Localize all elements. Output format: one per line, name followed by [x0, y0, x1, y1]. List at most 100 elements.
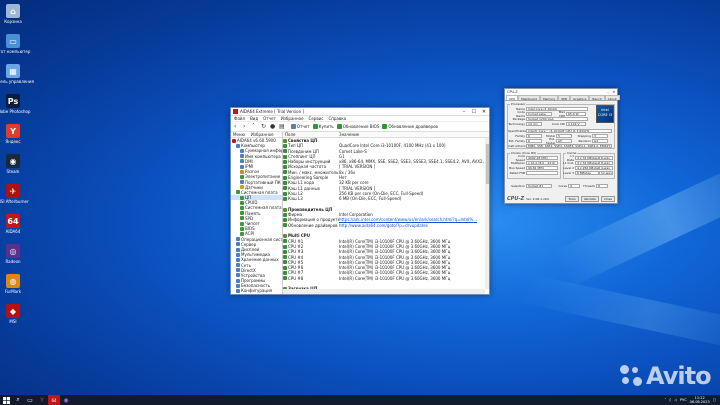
- minimize-icon[interactable]: –: [459, 108, 469, 116]
- menu-item[interactable]: Файл: [234, 116, 245, 121]
- cpuz-tab[interactable]: SPD: [558, 95, 571, 101]
- desktop-shortcut[interactable]: ◎ Radeon: [2, 244, 24, 270]
- busspeed-label: Bus Speed: [509, 166, 525, 170]
- volume-icon[interactable]: ◁: [674, 398, 677, 402]
- cpuz-tab[interactable]: Bench: [589, 95, 605, 101]
- cpuz-tab[interactable]: Memory: [539, 95, 559, 101]
- tree-node-icon: [236, 257, 240, 262]
- start-button[interactable]: [0, 395, 12, 405]
- revision-label: Revision: [578, 139, 591, 143]
- tree-item[interactable]: Конфигурация: [231, 288, 282, 293]
- network-icon[interactable]: ▯: [669, 398, 671, 402]
- stepping-label: Stepping: [577, 134, 591, 138]
- desktop-shortcut[interactable]: ◆ MSI: [2, 304, 24, 330]
- tree-node-icon: [236, 283, 240, 288]
- back-icon[interactable]: ‹: [234, 123, 240, 130]
- cpuz-tab[interactable]: Mainboard: [518, 95, 540, 101]
- menu-item[interactable]: Отчет: [263, 116, 276, 121]
- tree-item-label: Конфигурация: [241, 288, 273, 294]
- toolbar-button[interactable]: Отчет: [291, 124, 310, 129]
- forward-icon[interactable]: ›: [243, 123, 249, 130]
- vertical-scrollbar[interactable]: [485, 138, 489, 289]
- msi-center-icon: ◆: [6, 304, 20, 318]
- cpuz-brand: CPU-Z: [507, 195, 525, 202]
- maximize-icon[interactable]: ☐: [469, 108, 479, 116]
- family-value: 6: [526, 134, 542, 138]
- desktop-shortcut[interactable]: ✈ MSI Afterburner: [0, 184, 29, 210]
- model-value: 5: [556, 134, 572, 138]
- clock-date: 06.08.2023: [689, 400, 710, 404]
- desktop-shortcut-label: AIDA64: [5, 229, 21, 234]
- notifications-icon[interactable]: ▢: [713, 398, 716, 402]
- close-button[interactable]: Close: [600, 195, 615, 202]
- cpuz-tab[interactable]: About: [604, 95, 620, 101]
- desktop-shortcut[interactable]: PsAdobe Photoshop: [0, 94, 30, 120]
- package-label: Package: [512, 117, 525, 121]
- socket-select[interactable]: Socket #1: [526, 184, 552, 188]
- scrollbar-thumb[interactable]: [485, 144, 489, 184]
- tree-item[interactable]: Хранение данных: [231, 257, 282, 262]
- desktop-shortcut[interactable]: ▭Этот компьютер: [0, 34, 30, 60]
- tools-button[interactable]: Tools: [565, 195, 579, 202]
- tree-tab[interactable]: Избранное: [251, 132, 274, 137]
- cpuz-tab[interactable]: Graphics: [570, 95, 590, 101]
- toolbar-button[interactable]: Обновление BIOS: [336, 124, 379, 129]
- tray-chevron-icon[interactable]: ˄: [665, 398, 667, 402]
- close-icon[interactable]: ✕: [611, 90, 617, 94]
- cpuz-window[interactable]: CPU-Z – ✕ CPU Mainboard Memory SPD Graphics B…: [504, 88, 620, 204]
- tree-node-icon: [236, 268, 240, 273]
- row-icon: [283, 196, 287, 201]
- aida64-titlebar[interactable]: AIDA64 Extreme [ Trial Version ] – ☐ ✕: [231, 108, 489, 116]
- threads-label: Threads: [582, 184, 595, 188]
- toolbar-button[interactable]: Купить: [312, 124, 334, 129]
- menu-item[interactable]: Сервис: [309, 116, 324, 121]
- row-icon: [283, 159, 287, 164]
- cpuz-version: Ver. 2.06.1.x64: [526, 196, 549, 201]
- desktop-shortcut[interactable]: ▦Панель управления: [0, 64, 34, 90]
- close-icon[interactable]: ✕: [479, 108, 489, 116]
- desktop-shortcut-label: MSI Afterburner: [0, 199, 29, 204]
- desktop-shortcut[interactable]: Y Яндекс: [2, 124, 24, 150]
- desktop-shortcut[interactable]: ◍ FurMark: [2, 274, 24, 300]
- menu-item[interactable]: Избранное: [281, 116, 304, 121]
- tree-node-icon: [240, 211, 244, 216]
- menu-item[interactable]: Вид: [250, 116, 258, 121]
- cpuz-tab[interactable]: CPU: [506, 95, 519, 101]
- row-icon: [283, 186, 287, 191]
- refresh-icon[interactable]: ↻: [261, 123, 267, 130]
- tree-node-icon: [240, 195, 244, 200]
- aida64-window[interactable]: AIDA64 Extreme [ Trial Version ] – ☐ ✕ Ф…: [230, 107, 490, 295]
- row-icon: [283, 138, 287, 143]
- clock[interactable]: 11:22 06.08.2023: [690, 396, 710, 404]
- column-field[interactable]: Поле: [283, 132, 339, 137]
- toolbar-button[interactable]: Обновление драйверов: [382, 124, 438, 129]
- yandex-browser-taskbar-icon[interactable]: Y: [36, 395, 48, 405]
- threads-value: 8: [596, 184, 608, 188]
- validate-button[interactable]: Validate: [580, 195, 599, 202]
- menu-item[interactable]: Справка: [328, 116, 346, 121]
- column-value[interactable]: Значение: [339, 132, 359, 137]
- cpuz-taskbar-icon[interactable]: ◉: [60, 395, 72, 405]
- technology-label: Technology: [508, 122, 525, 126]
- aida64-taskbar-icon[interactable]: 64: [48, 395, 60, 405]
- tree-item[interactable]: Операционная систе: [231, 237, 282, 242]
- up-icon[interactable]: ˄: [252, 123, 258, 130]
- row-icon: [283, 223, 287, 228]
- tree-tab[interactable]: Меню: [233, 132, 245, 137]
- l3-way: 12-way: [599, 171, 613, 175]
- tree-node-icon: [236, 247, 240, 252]
- task-view-icon[interactable]: ▭: [24, 395, 36, 405]
- row-icon: [283, 244, 287, 249]
- language-indicator[interactable]: РУС: [680, 398, 687, 402]
- desktop-shortcut[interactable]: 64 AIDA64: [2, 214, 24, 240]
- l2-value: 4 x 256 KBytes: [575, 166, 599, 170]
- chart-icon[interactable]: ▤: [279, 123, 285, 130]
- horizontal-scrollbar[interactable]: [283, 289, 485, 294]
- window-title: AIDA64 Extreme [ Trial Version ]: [240, 109, 304, 114]
- desktop-shortcut[interactable]: ⌂ Корзина: [2, 4, 24, 30]
- user-icon[interactable]: ●: [270, 123, 276, 130]
- desktop-shortcut[interactable]: ◉ Steam: [2, 154, 24, 180]
- search-icon[interactable]: ⌕: [12, 395, 24, 405]
- row-icon: [283, 165, 287, 170]
- row-icon: [283, 255, 287, 260]
